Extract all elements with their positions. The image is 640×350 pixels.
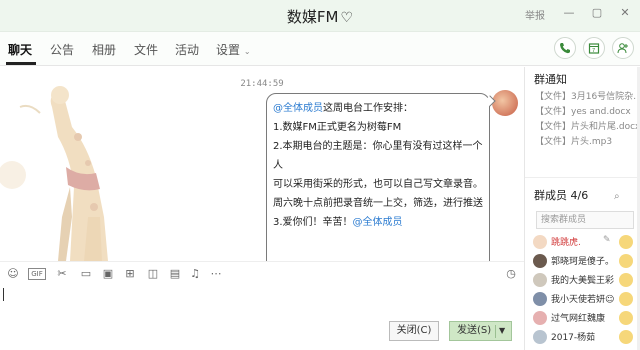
close-button[interactable]: 关闭(C) <box>389 321 439 341</box>
tab-album[interactable]: 相册 <box>92 41 116 58</box>
message-timestamp: 21:44:59 <box>240 79 284 89</box>
tab-files[interactable]: 文件 <box>134 41 158 58</box>
member-item[interactable]: 过气网红魏康 <box>529 309 639 327</box>
member-name: 过气网红魏康 <box>551 314 606 324</box>
history-icon[interactable]: ◷ <box>503 266 519 282</box>
notice-item[interactable]: 【文件】片头和片尾.docx <box>535 119 639 132</box>
search-icon[interactable]: ⌕ <box>614 191 620 202</box>
member-badge-icon <box>619 292 633 306</box>
image-icon[interactable]: ▣ <box>100 266 116 282</box>
active-tab-indicator <box>6 62 36 65</box>
member-item[interactable]: 跳跳虎. ✎ <box>529 233 639 251</box>
tab-chat[interactable]: 聊天 <box>8 41 32 58</box>
folder-icon[interactable]: ▭ <box>78 266 94 282</box>
chevron-down-icon: ⌄ <box>243 47 251 56</box>
member-search-input[interactable]: 搜索群成员 <box>536 211 634 229</box>
tab-announcements[interactable]: 公告 <box>50 41 74 58</box>
message-line-6: 3.爱你们！辛苦！@全体成员 <box>273 213 483 232</box>
notice-item[interactable]: 【文件】片头.mp3 <box>535 134 639 147</box>
call-button[interactable] <box>554 37 576 59</box>
owner-badge-icon <box>619 235 633 249</box>
shake-icon[interactable]: ◫ <box>145 266 161 282</box>
member-name: 我的大美鬓王彩… <box>551 276 615 286</box>
report-link[interactable]: 举报 <box>525 7 545 22</box>
add-member-button[interactable] <box>612 37 634 59</box>
message-bubble: @全体成员这周电台工作安排： 1.数媒FM正式更名为树莓FM 2.本期电台的主题… <box>266 93 490 261</box>
tab-activities[interactable]: 活动 <box>175 41 199 58</box>
scissors-icon[interactable]: ✂ <box>54 266 70 282</box>
member-badge-icon <box>619 330 633 344</box>
tab-bar: 聊天 公告 相册 文件 活动 设置 ⌄ 7 <box>0 32 640 66</box>
mention-all[interactable]: @全体成员 <box>273 103 323 114</box>
maximize-icon[interactable]: ▢ <box>590 6 604 20</box>
member-item[interactable]: 我小天使若妍☺ <box>529 290 639 308</box>
notice-title: 群通知 <box>534 73 567 86</box>
gif-icon[interactable]: GIF <box>28 268 46 280</box>
minimize-icon[interactable]: — <box>562 6 576 20</box>
message-line-2: 1.数媒FM正式更名为树莓FM <box>273 122 402 133</box>
chevron-down-icon[interactable]: ▼ <box>499 322 505 340</box>
close-icon[interactable]: ✕ <box>618 6 632 20</box>
gift-icon[interactable]: ⊞ <box>122 266 138 282</box>
message-line-1: @全体成员这周电台工作安排： <box>273 99 483 118</box>
member-item[interactable]: 郭晓珂是傻子。 <box>529 252 639 270</box>
message-input[interactable]: 关闭(C) 发送(S) ▼ <box>0 285 524 350</box>
send-button[interactable]: 发送(S) ▼ <box>449 321 512 341</box>
member-name: 我小天使若妍☺ <box>551 295 615 305</box>
chat-background-illustration <box>0 86 108 261</box>
avatar <box>533 292 547 306</box>
chat-message-area[interactable]: 21:44:59 @全体成员这周电台工作安排： 1.数媒FM正式更名为树莓FM … <box>0 67 524 261</box>
admin-badge-icon <box>619 254 633 268</box>
tab-settings-label: 设置 <box>216 43 241 57</box>
message-line-4: 可以采用街采的形式，也可以自己写文章录音。 <box>273 179 483 190</box>
calendar-button[interactable]: 7 <box>583 37 605 59</box>
text-caret <box>3 288 4 301</box>
sender-avatar[interactable] <box>492 90 518 116</box>
title-bar: 数媒FM ♡ 举报 — ▢ ✕ <box>0 0 640 32</box>
member-item[interactable]: 我的大美鬓王彩… <box>529 271 639 289</box>
bell-icon[interactable]: ♫ <box>187 266 203 282</box>
panel-divider <box>525 177 640 178</box>
notice-item[interactable]: 【文件】3月16号信院杂… <box>535 89 639 102</box>
message-line-1-text: 这周电台工作安排： <box>323 103 413 114</box>
avatar <box>533 273 547 287</box>
emoji-icon[interactable]: ☺ <box>5 266 21 282</box>
heart-icon: ♡ <box>340 10 354 26</box>
notice-item[interactable]: 【文件】yes and.docx <box>535 104 639 117</box>
send-button-label: 发送(S) <box>457 325 492 336</box>
phone-icon <box>560 43 570 54</box>
right-panel: 群通知 【文件】3月16号信院杂… 【文件】yes and.docx 【文件】片… <box>524 67 640 350</box>
calendar-small-icon[interactable]: ▤ <box>167 266 183 282</box>
avatar <box>533 311 547 325</box>
tab-settings[interactable]: 设置 ⌄ <box>216 41 251 58</box>
members-title: 群成员 4/6 <box>534 189 589 202</box>
mention-all-2[interactable]: @全体成员 <box>353 217 403 228</box>
avatar <box>533 254 547 268</box>
svg-text:7: 7 <box>592 48 595 54</box>
message-line-6-text: 3.爱你们！辛苦！ <box>273 217 353 228</box>
window-title: 数媒FM <box>286 8 339 26</box>
input-toolbar: ☺ GIF ✂ ▭ ▣ ⊞ ◫ ▤ ♫ ⋯ ◷ <box>0 261 524 285</box>
member-item[interactable]: 2017-杨茹 <box>529 328 639 346</box>
calendar-icon: 7 <box>588 43 600 54</box>
edit-icon[interactable]: ✎ <box>603 235 611 245</box>
message-line-3: 2.本期电台的主题是：你心里有没有过这样一个人 <box>273 141 483 171</box>
member-name: 郭晓珂是傻子。 <box>551 257 615 267</box>
avatar <box>533 330 547 344</box>
avatar <box>533 235 547 249</box>
member-badge-icon <box>619 273 633 287</box>
more-icon[interactable]: ⋯ <box>208 266 224 282</box>
member-badge-icon <box>619 311 633 325</box>
send-separator <box>495 325 496 338</box>
add-member-icon <box>617 43 628 54</box>
message-line-5: 周六晚十点前把录音统一上交，筛选，进行推送 <box>273 198 483 209</box>
member-name: 2017-杨茹 <box>551 333 596 343</box>
